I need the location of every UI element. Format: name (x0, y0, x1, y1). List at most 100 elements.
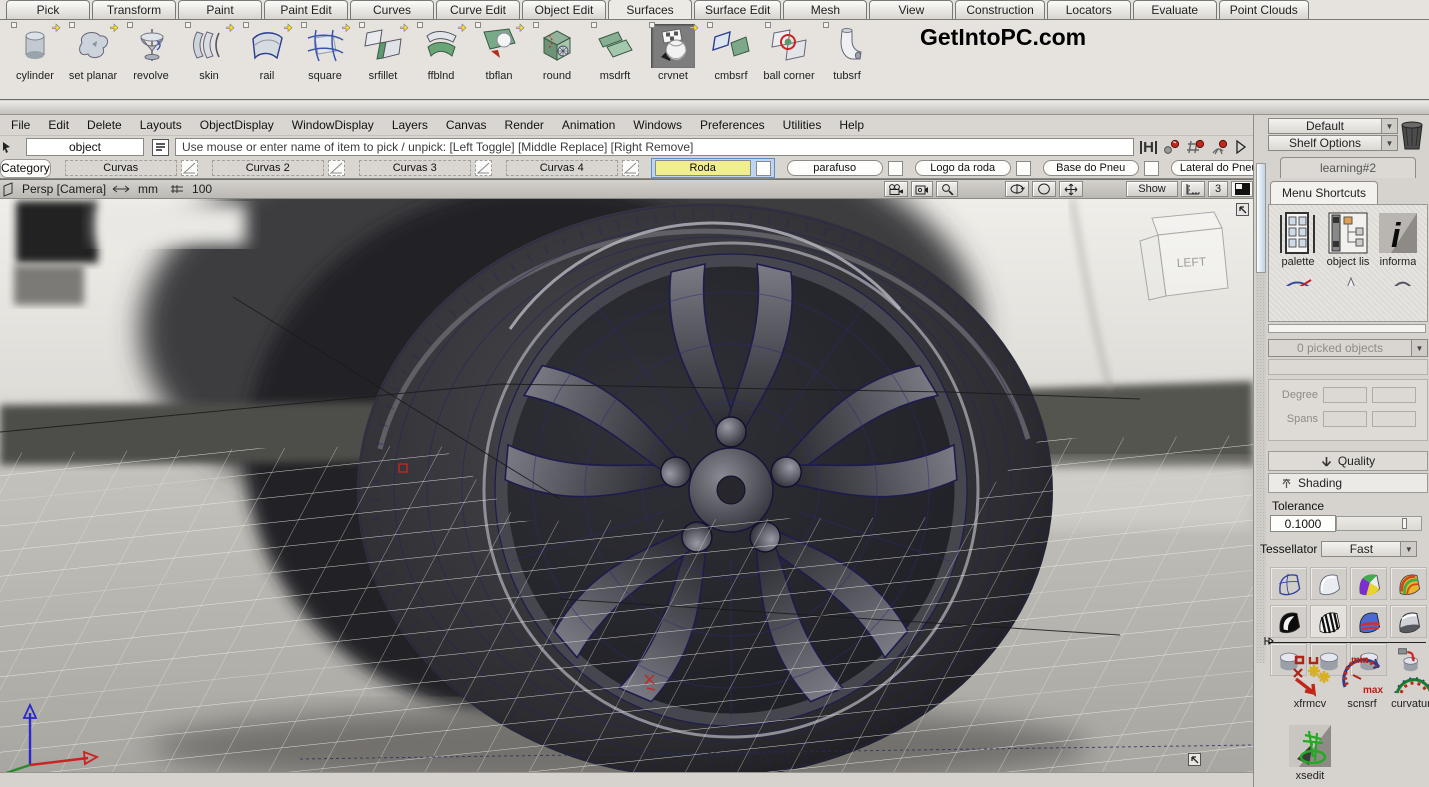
tab-surface-edit[interactable]: Surface Edit (694, 0, 781, 19)
menu-file[interactable]: File (2, 118, 39, 132)
tool-curvature[interactable]: curvature (1388, 653, 1429, 710)
tool-xfrmcv[interactable]: xfrmcv (1284, 653, 1336, 710)
window-pane-icon[interactable] (2, 182, 14, 197)
layer-logo-da-roda[interactable]: Logo da roda (915, 160, 1031, 176)
camera-lock-button[interactable] (911, 181, 933, 197)
picked-objects-dropdown[interactable]: 0 picked objects ▼ (1268, 339, 1428, 357)
tumble-button[interactable] (1005, 181, 1029, 197)
pan-button[interactable] (1059, 181, 1083, 197)
slider-thumb[interactable] (1402, 518, 1407, 529)
menu-render[interactable]: Render (496, 118, 553, 132)
tab-view[interactable]: View (869, 0, 953, 19)
tab-menu-shortcuts[interactable]: Menu Shortcuts (1270, 181, 1378, 204)
shade-chrome-button[interactable] (1390, 605, 1427, 638)
menu-help[interactable]: Help (830, 118, 873, 132)
shade-flat-button[interactable] (1310, 567, 1347, 600)
layer-checkbox[interactable] (888, 161, 903, 176)
prompt-input[interactable]: Use mouse or enter name of item to pick … (175, 138, 1134, 156)
shade-black-button[interactable] (1270, 605, 1307, 638)
tab-locators[interactable]: Locators (1047, 0, 1131, 19)
shortcut-object-list[interactable]: object lis (1323, 211, 1373, 268)
menu-layouts[interactable]: Layouts (131, 118, 191, 132)
tool-rail[interactable]: rail (242, 24, 292, 82)
layer-base-do-pneu[interactable]: Base do Pneu (1043, 160, 1159, 176)
tool-tbflan[interactable]: tbflan (474, 24, 524, 82)
trash-icon[interactable] (1399, 119, 1425, 154)
menu-windowdisplay[interactable]: WindowDisplay (283, 118, 383, 132)
tab-paint-edit[interactable]: Paint Edit (264, 0, 348, 19)
pick-mode-selector[interactable]: object (26, 138, 144, 156)
menu-animation[interactable]: Animation (553, 118, 624, 132)
menu-objectdisplay[interactable]: ObjectDisplay (191, 118, 283, 132)
spans-field-2[interactable] (1372, 411, 1416, 427)
tab-construction[interactable]: Construction (955, 0, 1044, 19)
tab-pick[interactable]: Pick (6, 0, 90, 19)
menu-canvas[interactable]: Canvas (437, 118, 496, 132)
tool-xsedit[interactable]: xsedit (1284, 723, 1336, 782)
snap-curve-icon[interactable] (1211, 139, 1229, 155)
tab-evaluate[interactable]: Evaluate (1133, 0, 1217, 19)
camera-track-button[interactable] (884, 181, 908, 197)
tool-srfillet[interactable]: srfillet (358, 24, 408, 82)
tab-surfaces[interactable]: Surfaces (608, 0, 692, 19)
tolerance-input[interactable]: 0.1000 (1270, 515, 1336, 532)
menu-windows[interactable]: Windows (624, 118, 691, 132)
tab-object-edit[interactable]: Object Edit (522, 0, 606, 19)
promptline-expand-icon[interactable] (1235, 139, 1247, 155)
layer-parafuso[interactable]: parafuso (787, 160, 903, 176)
shelf-options-dropdown[interactable]: Shelf Options ▼ (1268, 135, 1398, 151)
tool-ball-corner[interactable]: ball corner (764, 24, 814, 82)
layer-symmetry-icon[interactable] (181, 160, 198, 176)
tab-mesh[interactable]: Mesh (783, 0, 867, 19)
divider-arrow-icon[interactable] (1264, 636, 1274, 649)
tab-curves[interactable]: Curves (350, 0, 434, 19)
tab-point-clouds[interactable]: Point Clouds (1219, 0, 1309, 19)
layer-checkbox[interactable] (1144, 161, 1159, 176)
tessellator-dropdown[interactable]: Fast ▼ (1321, 541, 1417, 557)
prompt-history-list-button[interactable] (152, 139, 169, 156)
tool-square[interactable]: square (300, 24, 350, 82)
menu-delete[interactable]: Delete (78, 118, 131, 132)
tool-cmbsrf[interactable]: cmbsrf (706, 24, 756, 82)
shade-wireframe-button[interactable] (1270, 567, 1307, 600)
snap-grid-icon[interactable] (1187, 139, 1205, 155)
tool-revolve[interactable]: revolve (126, 24, 176, 82)
snap-point-icon[interactable] (1163, 139, 1181, 155)
layer-curvas-3[interactable]: Curvas 3 (359, 160, 492, 176)
tool-round[interactable]: round (532, 24, 582, 82)
layer-checkbox[interactable] (1016, 161, 1031, 176)
3d-canvas[interactable]: LEFT (0, 199, 1253, 773)
tool-ffblnd[interactable]: ffblnd (416, 24, 466, 82)
shading-section-header[interactable]: Shading (1268, 473, 1428, 493)
tab-curve-edit[interactable]: Curve Edit (436, 0, 520, 19)
zoom-region-button[interactable] (936, 181, 958, 197)
panel-horizontal-scrollbar[interactable] (1268, 324, 1426, 333)
tab-learning[interactable]: learning#2 (1280, 157, 1416, 178)
quality-section-header[interactable]: Quality (1268, 451, 1428, 471)
tool-cylinder[interactable]: cylinder (10, 24, 60, 82)
tab-paint[interactable]: Paint (178, 0, 262, 19)
tab-transform[interactable]: Transform (92, 0, 176, 19)
layer-symmetry-icon[interactable] (622, 160, 639, 176)
shade-multicolor-button[interactable] (1350, 567, 1387, 600)
spans-field-1[interactable] (1323, 411, 1367, 427)
shade-zebra-button[interactable] (1310, 605, 1347, 638)
window-shade-button[interactable] (1231, 181, 1253, 197)
sidebar-scrollbar[interactable] (1256, 163, 1266, 663)
layer-curvas[interactable]: Curvas (65, 160, 198, 176)
perspective-viewport[interactable]: Persp [Camera] mm 100 (0, 179, 1253, 772)
menu-edit[interactable]: Edit (39, 118, 78, 132)
layer-curvas-2[interactable]: Curvas 2 (212, 160, 345, 176)
degree-field-2[interactable] (1372, 387, 1416, 403)
show-menu-button[interactable]: Show (1126, 181, 1178, 197)
tool-set-planar[interactable]: set planar (68, 24, 118, 82)
tool-skin[interactable]: skin (184, 24, 234, 82)
look-at-button[interactable] (1032, 181, 1056, 197)
precision-button[interactable]: 3 (1208, 181, 1228, 197)
layer-symmetry-icon[interactable] (475, 160, 492, 176)
ruler-button[interactable] (1181, 181, 1205, 197)
tool-tubsrf[interactable]: tubsrf (822, 24, 872, 82)
shade-stripes-button[interactable] (1390, 567, 1427, 600)
layer-checkbox[interactable] (756, 161, 771, 176)
tool-crvnet[interactable]: crvnet (648, 24, 698, 82)
